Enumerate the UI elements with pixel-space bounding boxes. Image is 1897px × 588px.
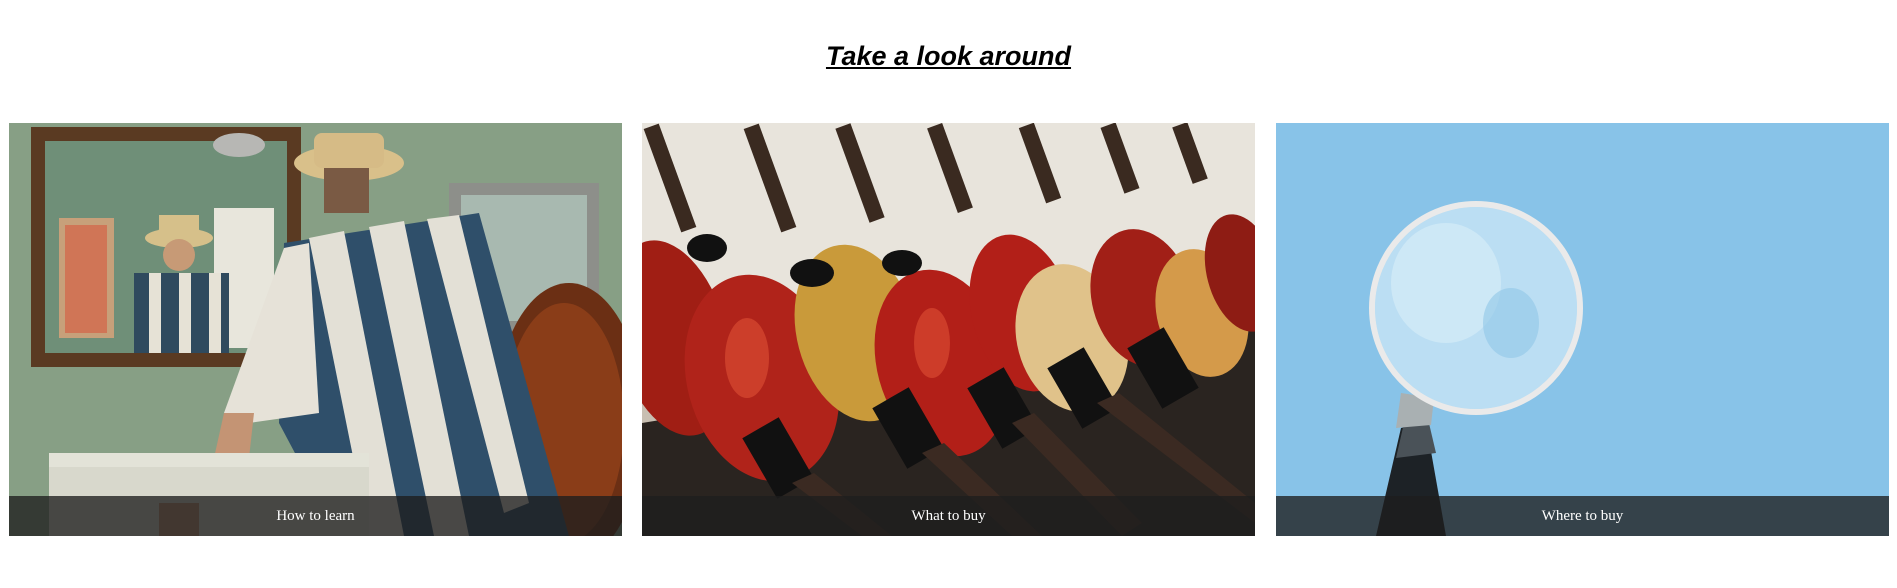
page-title: Take a look around bbox=[825, 41, 1072, 71]
card-where-to-buy[interactable]: Where to buy bbox=[1276, 123, 1889, 536]
card-caption: What to buy bbox=[911, 507, 986, 524]
caption-bar: What to buy bbox=[642, 496, 1255, 536]
card-what-to-buy[interactable]: What to buy bbox=[642, 123, 1255, 536]
caption-bar: Where to buy bbox=[1276, 496, 1889, 536]
man-with-guitar-image bbox=[9, 123, 622, 536]
card-caption: Where to buy bbox=[1541, 507, 1624, 524]
magnifying-glass-image bbox=[1276, 123, 1889, 536]
caption-bar: How to learn bbox=[9, 496, 622, 536]
card-how-to-learn[interactable]: How to learn bbox=[9, 123, 622, 536]
card-caption: How to learn bbox=[276, 507, 355, 524]
guitars-on-wall-image bbox=[642, 123, 1255, 536]
card-gallery: How to learn What to buy Where to buy bbox=[9, 123, 1889, 536]
